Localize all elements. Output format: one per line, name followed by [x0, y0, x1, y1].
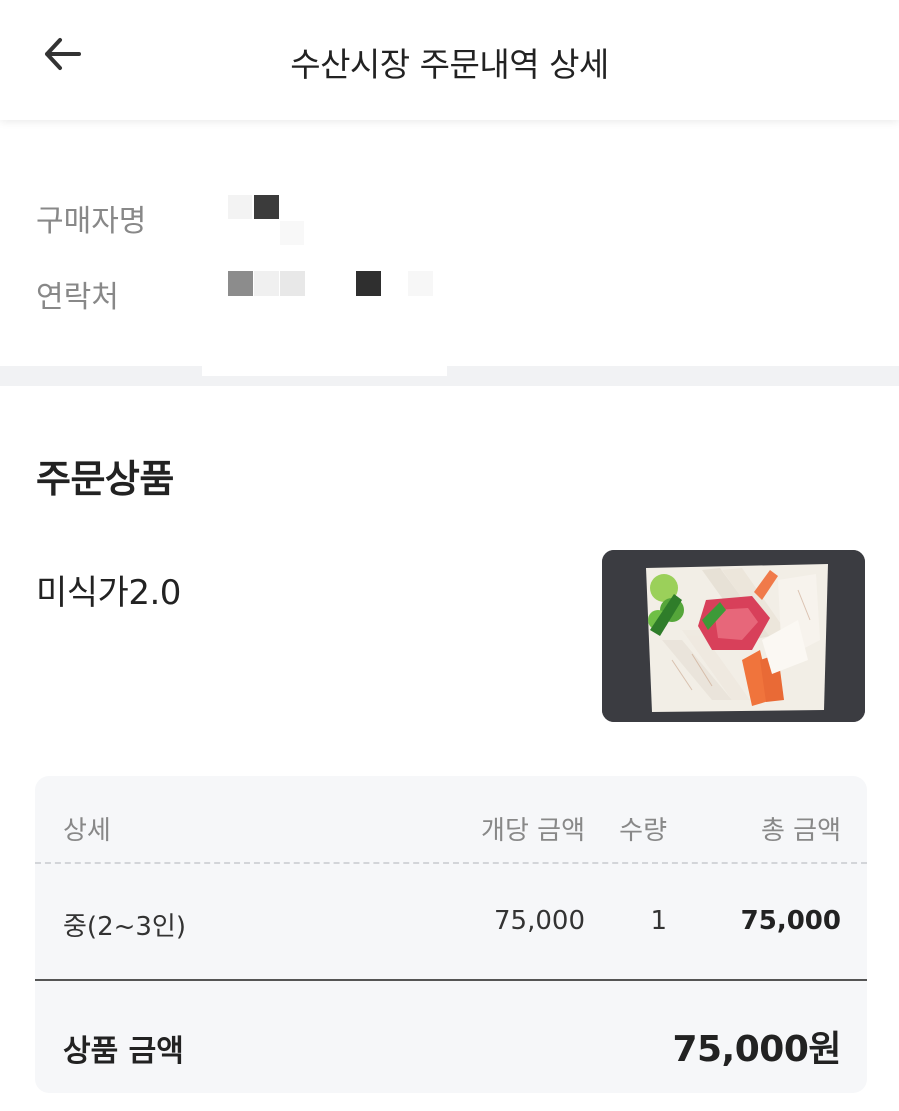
product-image [602, 550, 865, 722]
summary-divider [35, 979, 867, 981]
buyer-phone-label: 연락처 [36, 280, 119, 315]
summary-value: 75,000원 [672, 1029, 841, 1070]
row-unit-price: 75,000 [494, 906, 585, 936]
app-header: 수산시장 주문내역 상세 [0, 0, 899, 120]
header-detail: 상세 [63, 816, 111, 846]
header-total: 총 금액 [760, 816, 841, 846]
buyer-name-redacted [228, 195, 308, 245]
header-unit-price: 개당 금액 [481, 816, 585, 846]
header-quantity: 수량 [619, 816, 667, 846]
buyer-name-label: 구매자명 [36, 204, 147, 239]
row-total: 75,000 [740, 906, 841, 936]
divider-highlight [202, 366, 447, 376]
products-section-title: 주문상품 [36, 457, 174, 501]
row-detail: 중(2~3인) [63, 912, 186, 942]
product-name: 미식가2.0 [36, 573, 181, 613]
page-title: 수산시장 주문내역 상세 [290, 45, 609, 84]
buyer-info-section: 구매자명 연락처 [0, 120, 899, 367]
row-quantity: 1 [650, 906, 667, 936]
order-detail-card: 상세 개당 금액 수량 총 금액 중(2~3인) 75,000 1 75,000… [35, 776, 867, 1093]
dashed-divider [35, 862, 867, 864]
summary-label: 상품 금액 [63, 1034, 184, 1069]
buyer-phone-redacted [228, 271, 438, 297]
section-divider [0, 366, 899, 386]
